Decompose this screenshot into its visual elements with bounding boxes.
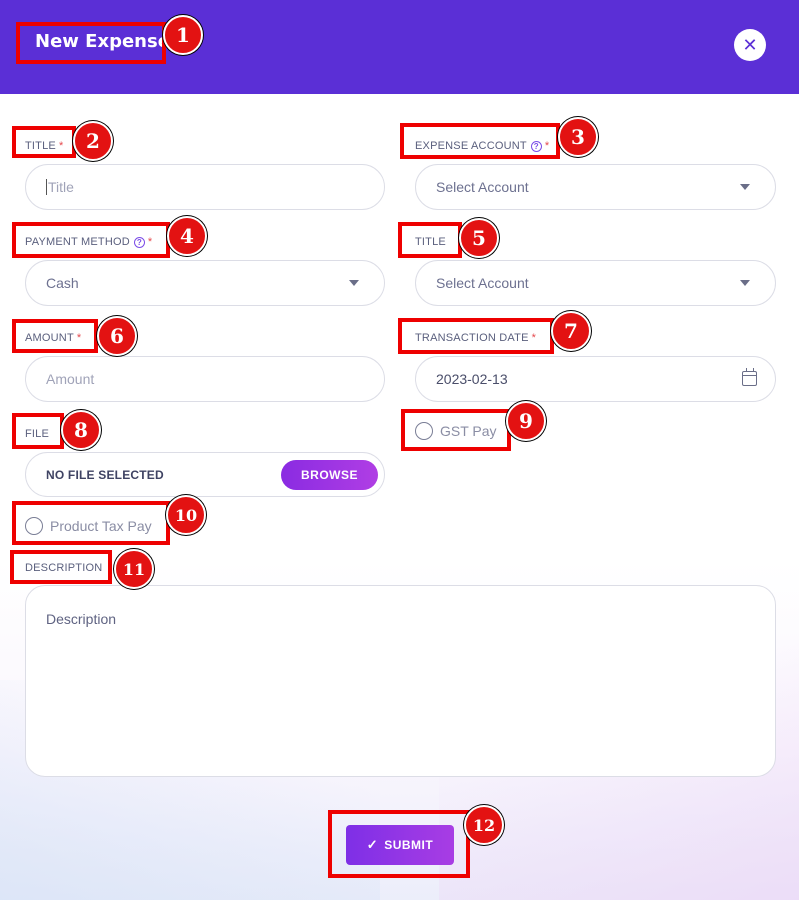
gst-pay-label: GST Pay: [440, 423, 497, 439]
annotation-badge: 2: [73, 121, 113, 161]
payment-method-label: PAYMENT METHOD? *: [25, 236, 152, 248]
amount-label: AMOUNT *: [25, 332, 81, 344]
required-mark: *: [544, 140, 550, 152]
annotation-badge: 8: [61, 410, 101, 450]
required-mark: *: [58, 140, 64, 152]
annotation-badge: 10: [166, 495, 206, 535]
title2-select[interactable]: Select Account: [415, 260, 776, 306]
annotation-badge: 11: [114, 549, 154, 589]
title-placeholder: Title: [48, 179, 74, 195]
annotation-badge: 4: [167, 216, 207, 256]
chevron-down-icon: [740, 184, 750, 190]
file-input[interactable]: NO FILE SELECTED BROWSE: [25, 452, 385, 497]
title2-label-text: TITLE: [415, 236, 446, 248]
close-icon: ✕: [742, 34, 758, 55]
annotation-badge: 6: [97, 316, 137, 356]
required-mark: *: [147, 236, 153, 248]
title-input[interactable]: Title: [25, 164, 385, 210]
annotation-badge: 3: [558, 117, 598, 157]
help-icon[interactable]: ?: [530, 141, 542, 152]
transaction-date-input[interactable]: 2023-02-13: [415, 356, 776, 402]
transaction-date-label-text: TRANSACTION DATE: [415, 332, 529, 344]
expense-account-select[interactable]: Select Account: [415, 164, 776, 210]
description-label-text: DESCRIPTION: [25, 562, 103, 574]
transaction-date-label: TRANSACTION DATE *: [415, 332, 536, 344]
amount-input[interactable]: Amount: [25, 356, 385, 402]
chevron-down-icon: [740, 280, 750, 286]
submit-button[interactable]: ✓ SUBMIT: [346, 825, 454, 865]
file-label-text: FILE: [25, 428, 50, 440]
submit-label: SUBMIT: [384, 838, 434, 852]
transaction-date-value: 2023-02-13: [436, 371, 508, 387]
help-icon[interactable]: ?: [133, 237, 145, 248]
expense-account-label: EXPENSE ACCOUNT? *: [415, 140, 549, 152]
file-label: FILE: [25, 428, 49, 440]
gst-pay-radio[interactable]: [415, 422, 433, 440]
title-label: TITLE *: [25, 140, 63, 152]
annotation-badge: 9: [506, 401, 546, 441]
file-status: NO FILE SELECTED: [46, 467, 164, 482]
payment-method-select[interactable]: Cash: [25, 260, 385, 306]
product-tax-pay-label: Product Tax Pay: [50, 518, 152, 534]
required-mark: *: [531, 332, 537, 344]
annotation-badge: 1: [163, 15, 203, 55]
modal-title: New Expense: [35, 31, 170, 52]
browse-button[interactable]: BROWSE: [281, 460, 378, 490]
annotation-badge: 12: [464, 805, 504, 845]
amount-placeholder: Amount: [46, 371, 95, 387]
required-mark: *: [76, 332, 82, 344]
payment-method-label-text: PAYMENT METHOD: [25, 236, 130, 248]
annotation-badge: 7: [551, 311, 591, 351]
expense-account-label-text: EXPENSE ACCOUNT: [415, 140, 527, 152]
amount-label-text: AMOUNT: [25, 332, 74, 344]
description-label: DESCRIPTION: [25, 562, 102, 574]
close-button[interactable]: ✕: [734, 29, 766, 61]
product-tax-pay-option[interactable]: Product Tax Pay: [25, 517, 152, 535]
chevron-down-icon: [349, 280, 359, 286]
title2-value: Select Account: [436, 275, 529, 291]
payment-method-value: Cash: [46, 275, 79, 291]
title2-label: TITLE: [415, 236, 446, 248]
gst-pay-option[interactable]: GST Pay: [415, 422, 497, 440]
description-placeholder: Description: [46, 611, 117, 627]
title-label-text: TITLE: [25, 140, 56, 152]
product-tax-pay-radio[interactable]: [25, 517, 43, 535]
description-textarea[interactable]: Description: [25, 585, 776, 777]
expense-account-value: Select Account: [436, 179, 529, 195]
calendar-icon[interactable]: [742, 368, 757, 386]
text-cursor: [46, 179, 47, 195]
check-icon: ✓: [366, 837, 379, 852]
modal-header: New Expense ✕: [0, 0, 799, 94]
annotation-badge: 5: [459, 218, 499, 258]
